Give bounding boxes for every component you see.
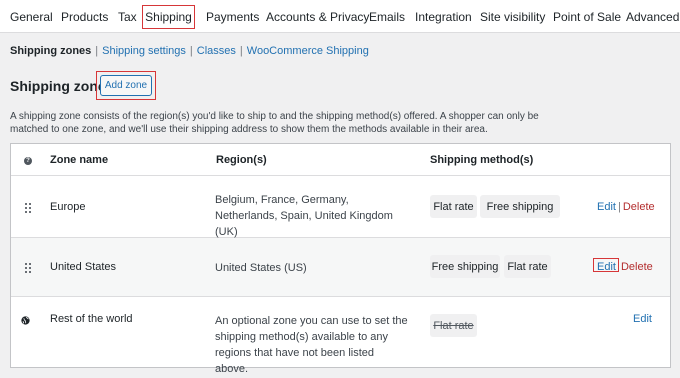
tab-site-visibility[interactable]: Site visibility [480,10,545,24]
shipping-method-badge: Free shipping [430,255,500,278]
drag-handle-icon[interactable] [25,263,31,273]
column-shipping-methods: Shipping method(s) [430,154,534,166]
table-row: Rest of the world An optional zone you c… [11,297,670,375]
subnav-classes[interactable]: Classes [197,45,236,57]
tab-products[interactable]: Products [61,10,108,24]
page-description: A shipping zone consists of the region(s… [10,111,539,135]
table-row: Europe Belgium, France, Germany, Netherl… [11,177,670,238]
zone-regions: Belgium, France, Germany, Netherlands, S… [215,194,393,238]
tab-point-of-sale[interactable]: Point of Sale [553,10,621,24]
zone-regions-description: An optional zone you can use to set the … [215,315,408,375]
row-actions: Edit | Delete [597,201,655,213]
edit-zone-link[interactable]: Edit [597,201,616,213]
row-actions: Edit Delete [597,261,653,273]
zone-name: Rest of the world [50,313,133,325]
delete-zone-link[interactable]: Delete [623,201,655,213]
shipping-method-badge: Flat rate [504,255,551,278]
subnav-separator: | [189,45,193,57]
tab-accounts-privacy[interactable]: Accounts & Privacy [266,10,369,24]
zone-name: Europe [50,201,86,213]
shipping-method-badge: Flat rate [430,195,477,218]
subnav-shipping-zones[interactable]: Shipping zones [10,45,91,57]
shipping-method-badge-disabled: Flat rate [430,314,477,337]
tab-emails[interactable]: Emails [369,10,405,24]
drag-handle-icon[interactable] [25,203,31,213]
zone-name: United States [50,261,117,273]
shipping-method-badge: Free shipping [480,195,560,218]
tab-integration[interactable]: Integration [415,10,472,24]
column-zone-name: Zone name [50,154,109,166]
tab-shipping[interactable]: Shipping [142,5,195,29]
tab-general[interactable]: General [10,10,53,24]
table-header: ? Zone name Region(s) Shipping method(s) [11,144,670,176]
zone-regions: United States (US) [215,262,307,274]
tab-payments[interactable]: Payments [206,10,259,24]
settings-tab-bar: General Products Tax Shipping Payments A… [0,0,680,33]
delete-zone-link[interactable]: Delete [621,261,653,273]
row-actions: Edit [633,313,652,325]
table-row: United States United States (US) Free sh… [11,238,670,297]
edit-zone-link[interactable]: Edit [633,313,652,325]
add-zone-button[interactable]: Add zone [100,75,152,96]
subnav-separator: | [239,45,243,57]
action-separator: | [617,201,621,213]
tab-advanced[interactable]: Advanced [626,10,679,24]
column-regions: Region(s) [216,154,267,166]
tab-tax[interactable]: Tax [118,10,137,24]
subnav-shipping-settings[interactable]: Shipping settings [102,45,186,57]
shipping-zones-table: ? Zone name Region(s) Shipping method(s)… [10,143,671,375]
help-icon[interactable]: ? [24,157,32,165]
subnav-separator: | [95,45,99,57]
shipping-subnav: Shipping zones | Shipping settings | Classes… [10,45,369,57]
edit-zone-link[interactable]: Edit [597,261,616,273]
subnav-woocommerce-shipping[interactable]: WooCommerce Shipping [247,45,369,57]
globe-icon [21,316,30,325]
